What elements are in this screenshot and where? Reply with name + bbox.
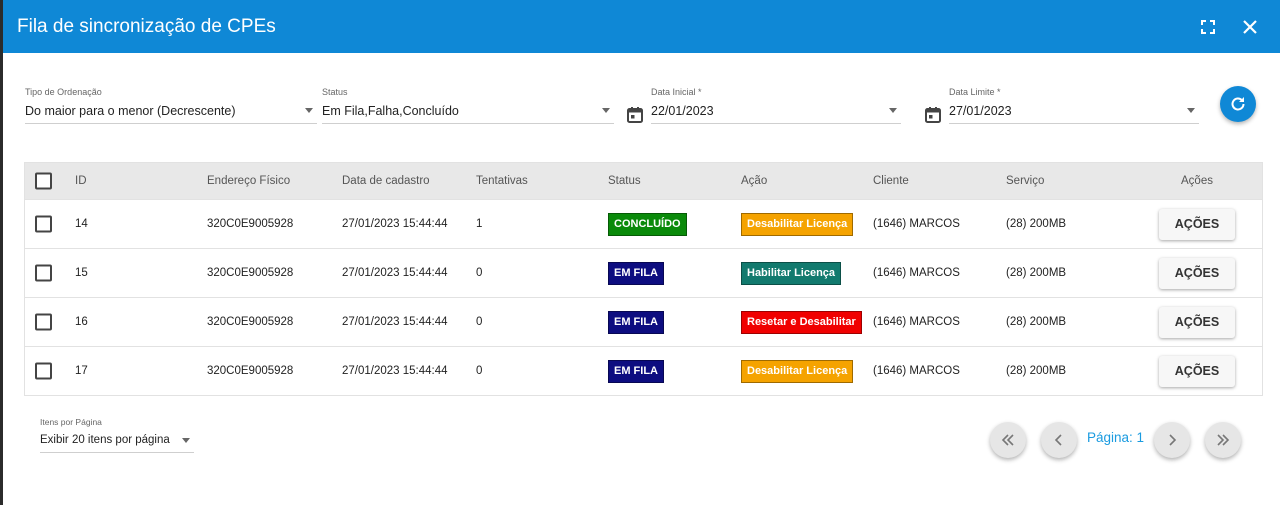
- calendar-icon[interactable]: [626, 106, 644, 124]
- header-client[interactable]: Cliente: [873, 163, 909, 199]
- table-header: ID Endereço Físico Data de cadastro Tent…: [25, 163, 1262, 199]
- dropdown-arrow-icon: [602, 108, 610, 113]
- dialog-titlebar: Fila de sincronização de CPEs: [3, 0, 1280, 53]
- row-checkbox[interactable]: [35, 362, 52, 380]
- items-per-page-label: Itens por Página: [40, 417, 102, 427]
- action-badge: Desabilitar Licença: [741, 359, 854, 383]
- row-mac: 320C0E9005928: [207, 316, 294, 328]
- table-row: 14 320C0E9005928 27/01/2023 15:44:44 1 C…: [25, 199, 1262, 248]
- ordering-select[interactable]: Tipo de Ordenação Do maior para o menor …: [25, 84, 317, 124]
- items-per-page-value: Exibir 20 itens por página: [40, 434, 170, 446]
- row-attempts: 0: [476, 267, 483, 279]
- end-date-label: Data Limite *: [949, 87, 1001, 97]
- sync-queue-dialog: Fila de sincronização de CPEs Tipo de Or…: [3, 0, 1280, 505]
- header-id[interactable]: ID: [75, 163, 87, 199]
- status-badge: EM FILA: [608, 310, 664, 334]
- close-button[interactable]: [1234, 11, 1266, 43]
- row-attempts: 0: [476, 316, 483, 328]
- start-date-label: Data Inicial *: [651, 87, 702, 97]
- header-service[interactable]: Serviço: [1006, 163, 1044, 199]
- row-client: (1646) MARCOS: [873, 218, 960, 230]
- header-mac[interactable]: Endereço Físico: [207, 163, 290, 199]
- page-indicator: Página: 1: [1087, 430, 1145, 445]
- row-actions-button[interactable]: AÇÕES: [1159, 257, 1235, 289]
- status-badge: EM FILA: [608, 261, 664, 285]
- status-select[interactable]: Status Em Fila,Falha,Concluído: [322, 84, 614, 124]
- row-client: (1646) MARCOS: [873, 365, 960, 377]
- row-checkbox[interactable]: [35, 313, 52, 331]
- row-actions-button[interactable]: AÇÕES: [1159, 208, 1235, 240]
- row-mac: 320C0E9005928: [207, 267, 294, 279]
- status-badge: EM FILA: [608, 359, 664, 383]
- table-row: 17 320C0E9005928 27/01/2023 15:44:44 0 E…: [25, 346, 1262, 395]
- header-date[interactable]: Data de cadastro: [342, 163, 430, 199]
- row-service: (28) 200MB: [1006, 316, 1067, 328]
- dropdown-arrow-icon: [182, 438, 190, 443]
- row-client: (1646) MARCOS: [873, 267, 960, 279]
- maximize-button[interactable]: [1192, 11, 1224, 43]
- end-date-field[interactable]: Data Limite * 27/01/2023: [949, 84, 1199, 124]
- refresh-icon: [1231, 97, 1245, 111]
- row-id: 17: [75, 365, 88, 377]
- row-mac: 320C0E9005928: [207, 365, 294, 377]
- action-badge: Habilitar Licença: [741, 261, 842, 285]
- row-service: (28) 200MB: [1006, 218, 1067, 230]
- fullscreen-icon: [1201, 19, 1215, 34]
- refresh-button[interactable]: [1220, 86, 1256, 122]
- double-chevron-left-icon: [1001, 434, 1014, 446]
- row-id: 15: [75, 267, 88, 279]
- row-date: 27/01/2023 15:44:44: [342, 316, 448, 328]
- row-date: 27/01/2023 15:44:44: [342, 267, 448, 279]
- row-checkbox[interactable]: [35, 215, 52, 233]
- ordering-value: Do maior para o menor (Decrescente): [25, 104, 236, 118]
- items-per-page-select[interactable]: Itens por Página Exibir 20 itens por pág…: [40, 413, 194, 453]
- row-date: 27/01/2023 15:44:44: [342, 365, 448, 377]
- calendar-icon[interactable]: [924, 106, 942, 124]
- row-date: 27/01/2023 15:44:44: [342, 218, 448, 230]
- double-chevron-right-icon: [1217, 434, 1230, 446]
- status-label: Status: [322, 87, 348, 97]
- dialog-title: Fila de sincronização de CPEs: [17, 15, 276, 37]
- status-value: Em Fila,Falha,Concluído: [322, 104, 459, 118]
- table-row: 15 320C0E9005928 27/01/2023 15:44:44 0 E…: [25, 248, 1262, 297]
- close-icon: [1243, 19, 1257, 34]
- status-badge: CONCLUÍDO: [608, 212, 687, 236]
- row-service: (28) 200MB: [1006, 267, 1067, 279]
- last-page-button[interactable]: [1205, 422, 1241, 458]
- previous-page-button[interactable]: [1041, 422, 1077, 458]
- header-attempts[interactable]: Tentativas: [476, 163, 528, 199]
- row-actions-button[interactable]: AÇÕES: [1159, 355, 1235, 387]
- end-date-value: 27/01/2023: [949, 104, 1012, 118]
- dropdown-arrow-icon: [305, 108, 313, 113]
- start-date-value: 22/01/2023: [651, 104, 714, 118]
- table-row: 16 320C0E9005928 27/01/2023 15:44:44 0 E…: [25, 297, 1262, 346]
- action-badge: Resetar e Desabilitar: [741, 310, 862, 334]
- row-id: 16: [75, 316, 88, 328]
- queue-table: ID Endereço Físico Data de cadastro Tent…: [24, 162, 1263, 396]
- chevron-left-icon: [1054, 434, 1062, 446]
- row-attempts: 0: [476, 365, 483, 377]
- ordering-label: Tipo de Ordenação: [25, 87, 102, 97]
- select-all-checkbox[interactable]: [35, 172, 52, 190]
- row-actions-button[interactable]: AÇÕES: [1159, 306, 1235, 338]
- row-id: 14: [75, 218, 88, 230]
- first-page-button[interactable]: [990, 422, 1026, 458]
- start-date-field[interactable]: Data Inicial * 22/01/2023: [651, 84, 901, 124]
- filters-bar: Tipo de Ordenação Do maior para o menor …: [3, 84, 1280, 134]
- dropdown-arrow-icon: [1187, 108, 1195, 113]
- header-actions: Ações: [1181, 175, 1213, 187]
- next-page-button[interactable]: [1154, 422, 1190, 458]
- row-checkbox[interactable]: [35, 264, 52, 282]
- header-status[interactable]: Status: [608, 163, 641, 199]
- row-service: (28) 200MB: [1006, 365, 1067, 377]
- chevron-right-icon: [1169, 434, 1177, 446]
- dropdown-arrow-icon: [889, 108, 897, 113]
- row-mac: 320C0E9005928: [207, 218, 294, 230]
- header-action[interactable]: Ação: [741, 163, 767, 199]
- row-attempts: 1: [476, 218, 483, 230]
- action-badge: Desabilitar Licença: [741, 212, 854, 236]
- row-client: (1646) MARCOS: [873, 316, 960, 328]
